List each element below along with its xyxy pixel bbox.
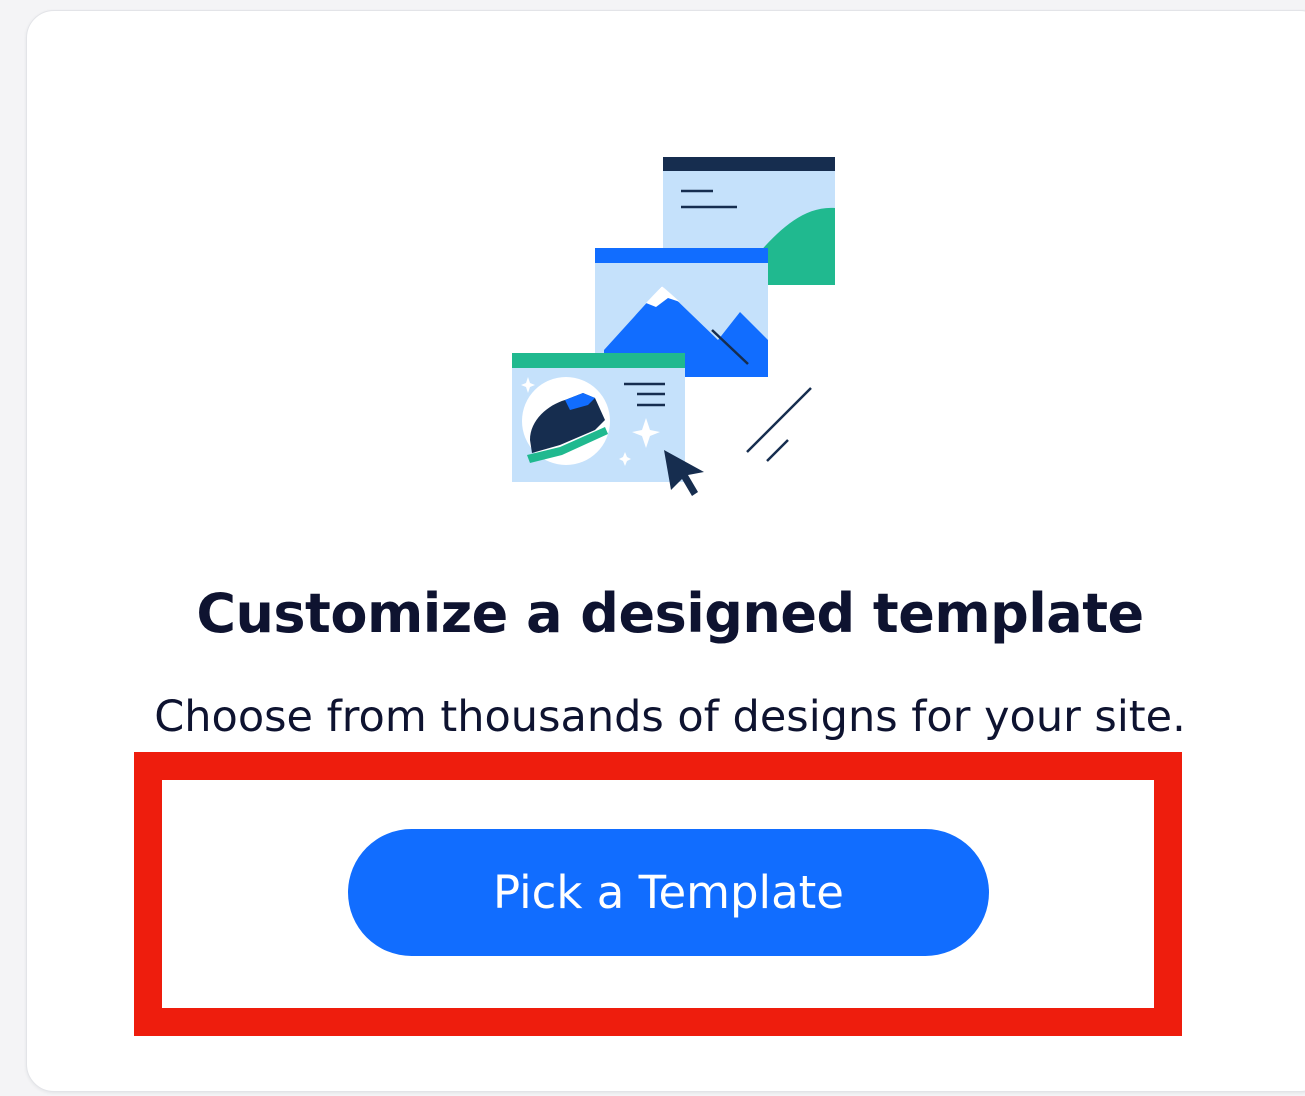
template-windows-illustration bbox=[512, 157, 835, 496]
card-title: Customize a designed template bbox=[196, 582, 1144, 645]
pick-template-button[interactable]: Pick a Template bbox=[348, 829, 989, 956]
card-subtitle: Choose from thousands of designs for you… bbox=[154, 692, 1186, 742]
